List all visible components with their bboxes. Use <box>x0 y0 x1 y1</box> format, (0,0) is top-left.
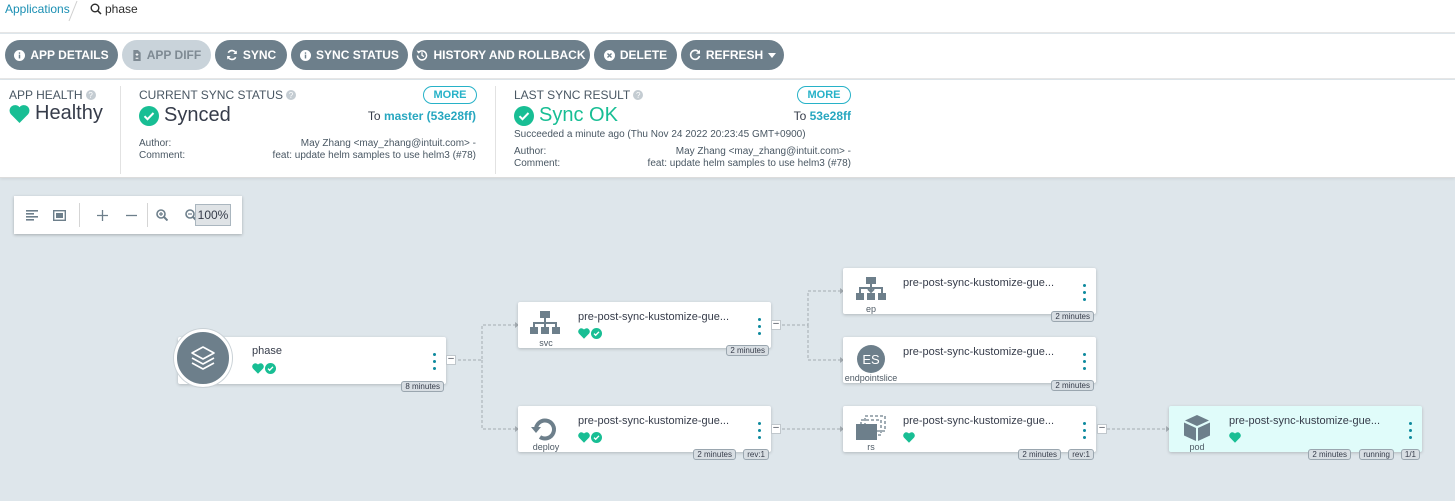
node-deploy[interactable]: deploy pre-post-sync-kustomize-gue... 2 … <box>518 406 771 460</box>
node-rs-rev: rev:1 <box>1068 449 1094 460</box>
node-pod[interactable]: pod pre-post-sync-kustomize-gue... 2 min… <box>1169 406 1422 460</box>
node-rs-title: pre-post-sync-kustomize-gue... <box>903 415 1054 427</box>
node-deploy-age: 2 minutes <box>693 449 736 460</box>
app-node-phase[interactable]: phase 8 minutes <box>174 329 446 392</box>
heart-icon <box>578 432 590 443</box>
app-node-age: 8 minutes <box>401 381 444 392</box>
edge-svc-ep <box>782 290 840 326</box>
edge-app-svc <box>458 324 515 361</box>
node-deploy-menu[interactable] <box>758 422 762 439</box>
node-svc-title: pre-post-sync-kustomize-gue... <box>578 311 729 323</box>
network-icon <box>856 277 886 300</box>
node-es-kind: endpointslice <box>844 373 898 383</box>
node-deploy-collapse[interactable]: – <box>771 423 781 434</box>
node-ep[interactable]: ep pre-post-sync-kustomize-gue... 2 minu… <box>843 268 1096 322</box>
edge-svc-es <box>807 325 840 361</box>
app-node-menu[interactable] <box>433 353 437 370</box>
node-rs-menu[interactable] <box>1083 422 1087 439</box>
node-deploy-title: pre-post-sync-kustomize-gue... <box>578 415 729 427</box>
node-deploy-kind: deploy <box>532 442 560 452</box>
node-svc-status <box>578 328 602 339</box>
app-node-collapse[interactable]: – <box>446 354 456 365</box>
rs-icon <box>856 415 886 440</box>
node-ep-title: pre-post-sync-kustomize-gue... <box>903 277 1054 289</box>
node-pod-status <box>1229 432 1241 443</box>
check-circle-icon <box>591 432 602 443</box>
node-rs-age: 2 minutes <box>1018 449 1061 460</box>
heart-icon <box>252 363 264 374</box>
pod-cube-icon <box>1184 415 1210 441</box>
edge-app-deploy <box>481 360 515 430</box>
node-pod-age: 2 minutes <box>1308 449 1351 460</box>
node-ep-age: 2 minutes <box>1051 311 1094 322</box>
node-svc[interactable]: svc pre-post-sync-kustomize-gue... 2 min… <box>518 302 771 356</box>
node-svc-kind: svc <box>539 338 553 348</box>
node-pod-title: pre-post-sync-kustomize-gue... <box>1229 415 1380 427</box>
heart-icon <box>903 432 915 443</box>
node-svc-age: 2 minutes <box>726 345 769 356</box>
node-es-title: pre-post-sync-kustomize-gue... <box>903 346 1054 358</box>
node-pod-state: running <box>1359 449 1394 460</box>
node-rs-kind: rs <box>867 442 875 452</box>
node-svc-menu[interactable] <box>758 318 762 335</box>
node-ep-kind: ep <box>865 304 876 314</box>
node-rs-status <box>903 432 915 443</box>
network-icon <box>530 311 560 334</box>
app-node-icon <box>174 329 232 387</box>
app-node-title: phase <box>252 345 282 357</box>
node-deploy-rev: rev:1 <box>743 449 769 460</box>
endpointslice-badge-icon: ES <box>857 345 885 373</box>
node-ep-menu[interactable] <box>1083 284 1087 301</box>
node-rs-collapse[interactable]: – <box>1097 423 1107 434</box>
node-deploy-status <box>578 432 602 443</box>
node-pod-menu[interactable] <box>1409 422 1413 439</box>
node-rs[interactable]: rs pre-post-sync-kustomize-gue... 2 minu… <box>843 406 1096 460</box>
check-circle-icon <box>591 328 602 339</box>
check-circle-icon <box>265 363 276 374</box>
node-pod-kind: pod <box>1189 442 1205 452</box>
node-es-menu[interactable] <box>1083 353 1087 370</box>
app-node-status <box>252 363 276 374</box>
node-svc-collapse[interactable]: – <box>771 319 781 330</box>
node-es-age: 2 minutes <box>1051 380 1094 391</box>
heart-icon <box>1229 432 1241 443</box>
deploy-icon <box>531 418 556 441</box>
layers-icon <box>191 346 215 370</box>
node-pod-ready: 1/1 <box>1400 449 1420 460</box>
heart-icon <box>578 328 590 339</box>
node-endpointslice[interactable]: ES endpointslice pre-post-sync-kustomize… <box>843 337 1096 391</box>
